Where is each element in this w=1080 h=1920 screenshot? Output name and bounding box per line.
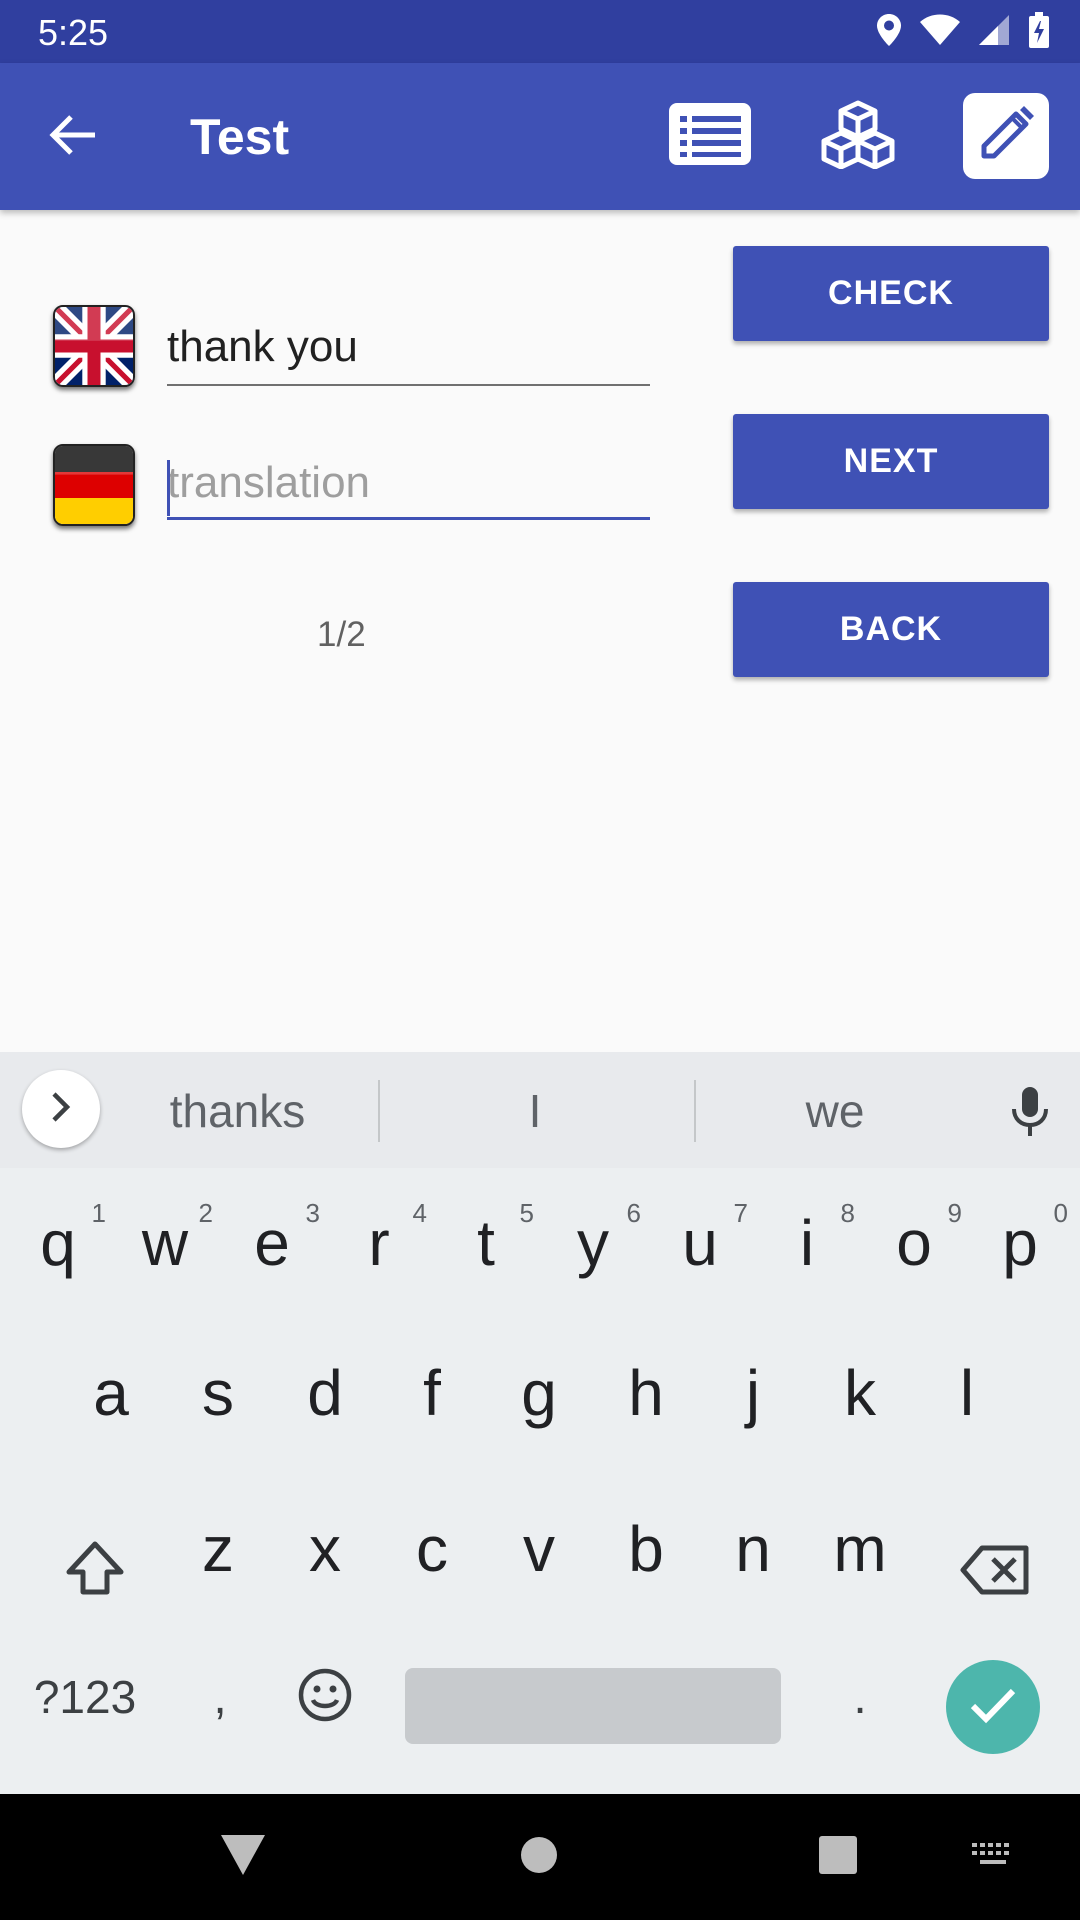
source-word-field[interactable]: thank you	[167, 318, 650, 386]
soft-keyboard: thanks I we q1 w2 e3 r4 t5 y6 u7 i8 o9 p…	[0, 1052, 1080, 1794]
source-word: thank you	[167, 322, 358, 371]
check-button[interactable]: CHECK	[733, 246, 1049, 341]
question-counter: 1/2	[317, 615, 366, 654]
translation-placeholder: translation	[167, 458, 371, 507]
uk-flag-icon	[53, 305, 135, 387]
next-button[interactable]: NEXT	[733, 414, 1049, 509]
key-d[interactable]: d	[275, 1338, 375, 1448]
suggestion-2[interactable]: I	[380, 1084, 690, 1138]
nav-keyboard-button[interactable]	[958, 1824, 1028, 1890]
key-t[interactable]: t5	[436, 1188, 536, 1298]
chevron-right-icon	[49, 1090, 73, 1128]
emoji-icon	[297, 1667, 353, 1728]
space-key[interactable]	[405, 1668, 781, 1744]
suggestion-3[interactable]: we	[695, 1084, 975, 1138]
list-icon	[667, 101, 753, 171]
key-v[interactable]: v	[489, 1494, 589, 1604]
home-circle-icon	[519, 1835, 559, 1879]
voice-input-button[interactable]	[1005, 1086, 1055, 1140]
navigation-bar	[0, 1794, 1080, 1920]
period-key[interactable]: .	[820, 1652, 900, 1742]
key-l[interactable]: l	[917, 1338, 1017, 1448]
key-z[interactable]: z	[168, 1494, 268, 1604]
key-f[interactable]: f	[382, 1338, 482, 1448]
key-s[interactable]: s	[168, 1338, 268, 1448]
key-o[interactable]: o9	[864, 1188, 964, 1298]
app-bar: Test	[0, 63, 1080, 210]
key-m[interactable]: m	[810, 1494, 910, 1604]
key-p[interactable]: p0	[970, 1188, 1070, 1298]
key-e[interactable]: e3	[222, 1188, 322, 1298]
wifi-icon	[920, 14, 960, 50]
cubes-icon	[815, 99, 901, 173]
key-c[interactable]: c	[382, 1494, 482, 1604]
categories-button[interactable]	[815, 93, 901, 179]
edit-button[interactable]	[963, 93, 1049, 179]
signal-icon	[978, 14, 1010, 50]
word-list-button[interactable]	[667, 93, 753, 179]
key-i[interactable]: i8	[757, 1188, 857, 1298]
shift-key[interactable]	[45, 1532, 145, 1608]
translation-input[interactable]: translation	[167, 452, 650, 520]
quiz-content: thank you translation 1/2 CHECK NEXT BAC…	[0, 210, 1080, 1052]
back-triangle-icon	[219, 1833, 267, 1881]
done-key[interactable]	[946, 1660, 1040, 1754]
comma-key[interactable]: ,	[180, 1652, 260, 1742]
key-y[interactable]: y6	[543, 1188, 643, 1298]
status-time: 5:25	[38, 12, 109, 53]
backspace-key[interactable]	[950, 1534, 1040, 1610]
status-icons	[876, 12, 1050, 52]
nav-home-button[interactable]	[506, 1824, 572, 1890]
keyboard-icon	[971, 1842, 1015, 1872]
edit-icon	[976, 104, 1036, 168]
key-k[interactable]: k	[810, 1338, 910, 1448]
nav-recents-button[interactable]	[805, 1824, 871, 1890]
emoji-key[interactable]	[280, 1652, 370, 1742]
expand-toolbar-button[interactable]	[22, 1070, 100, 1148]
page-title: Test	[190, 109, 290, 165]
suggestion-strip: thanks I we	[0, 1052, 1080, 1168]
arrow-back-icon	[49, 113, 97, 161]
key-x[interactable]: x	[275, 1494, 375, 1604]
key-q[interactable]: q1	[8, 1188, 108, 1298]
shift-icon	[65, 1540, 125, 1601]
microphone-icon	[1010, 1085, 1050, 1141]
recents-square-icon	[818, 1835, 858, 1879]
key-a[interactable]: a	[61, 1338, 161, 1448]
nav-back-button[interactable]	[210, 1824, 276, 1890]
key-n[interactable]: n	[703, 1494, 803, 1604]
key-j[interactable]: j	[703, 1338, 803, 1448]
germany-flag-icon	[53, 444, 135, 526]
text-caret	[167, 460, 170, 516]
key-h[interactable]: h	[596, 1338, 696, 1448]
suggestion-1[interactable]: thanks	[110, 1084, 365, 1138]
checkmark-icon	[969, 1686, 1017, 1728]
status-bar: 5:25	[0, 0, 1080, 63]
key-b[interactable]: b	[596, 1494, 696, 1604]
battery-charging-icon	[1028, 12, 1050, 52]
backspace-icon	[960, 1545, 1030, 1600]
symbols-key[interactable]: ?123	[20, 1652, 150, 1742]
back-quiz-button[interactable]: BACK	[733, 582, 1049, 677]
key-g[interactable]: g	[489, 1338, 589, 1448]
key-r[interactable]: r4	[329, 1188, 429, 1298]
key-w[interactable]: w2	[115, 1188, 215, 1298]
back-button[interactable]	[38, 105, 108, 169]
key-u[interactable]: u7	[650, 1188, 750, 1298]
location-icon	[876, 13, 902, 51]
